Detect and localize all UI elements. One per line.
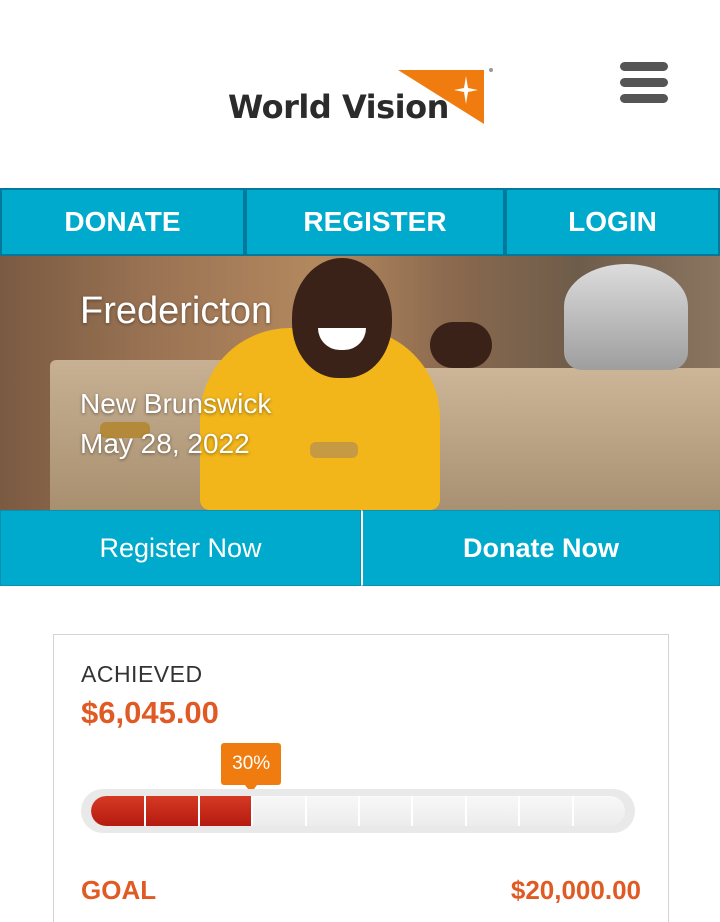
nav-login[interactable]: LOGIN bbox=[505, 190, 720, 254]
progress-segment-divider bbox=[518, 796, 521, 826]
donate-now-button[interactable]: Donate Now bbox=[361, 510, 720, 586]
event-city: Fredericton bbox=[80, 290, 273, 332]
goal-amount: $20,000.00 bbox=[510, 875, 641, 905]
achieved-label: ACHIEVED bbox=[81, 661, 203, 687]
progress-segment-divider bbox=[464, 796, 467, 826]
progress-segment-divider bbox=[251, 796, 254, 826]
hero-banner: Fredericton New Brunswick May 28, 2022 bbox=[0, 256, 720, 510]
hamburger-menu-icon[interactable] bbox=[620, 62, 668, 104]
top-nav: DONATE REGISTER LOGIN bbox=[0, 188, 720, 256]
event-date: May 28, 2022 bbox=[80, 428, 250, 459]
achieved-amount: $6,045.00 bbox=[81, 695, 219, 730]
progress-bar-fill bbox=[91, 796, 252, 826]
progress-segment-divider bbox=[197, 796, 200, 826]
fundraising-progress-card: ACHIEVED $6,045.00 30% GOAL $20,000.00 bbox=[53, 634, 669, 922]
progress-segment-divider bbox=[304, 796, 307, 826]
progress-bar-track bbox=[91, 796, 625, 826]
register-now-button[interactable]: Register Now bbox=[0, 510, 361, 586]
progress-segment-divider bbox=[358, 796, 360, 826]
progress-segment-divider bbox=[144, 796, 147, 826]
progress-segment-divider bbox=[411, 796, 414, 826]
progress-percent-badge: 30% bbox=[221, 743, 282, 793]
world-vision-logo[interactable]: World Vision bbox=[228, 66, 496, 130]
progress-bar bbox=[81, 789, 635, 833]
logo-star-icon bbox=[398, 68, 493, 124]
site-header: World Vision bbox=[0, 0, 720, 188]
goal-label: GOAL bbox=[81, 875, 157, 905]
nav-register[interactable]: REGISTER bbox=[245, 190, 505, 254]
nav-donate[interactable]: DONATE bbox=[0, 190, 245, 254]
progress-segment-divider bbox=[571, 796, 574, 826]
event-province: New Brunswick bbox=[80, 388, 272, 419]
